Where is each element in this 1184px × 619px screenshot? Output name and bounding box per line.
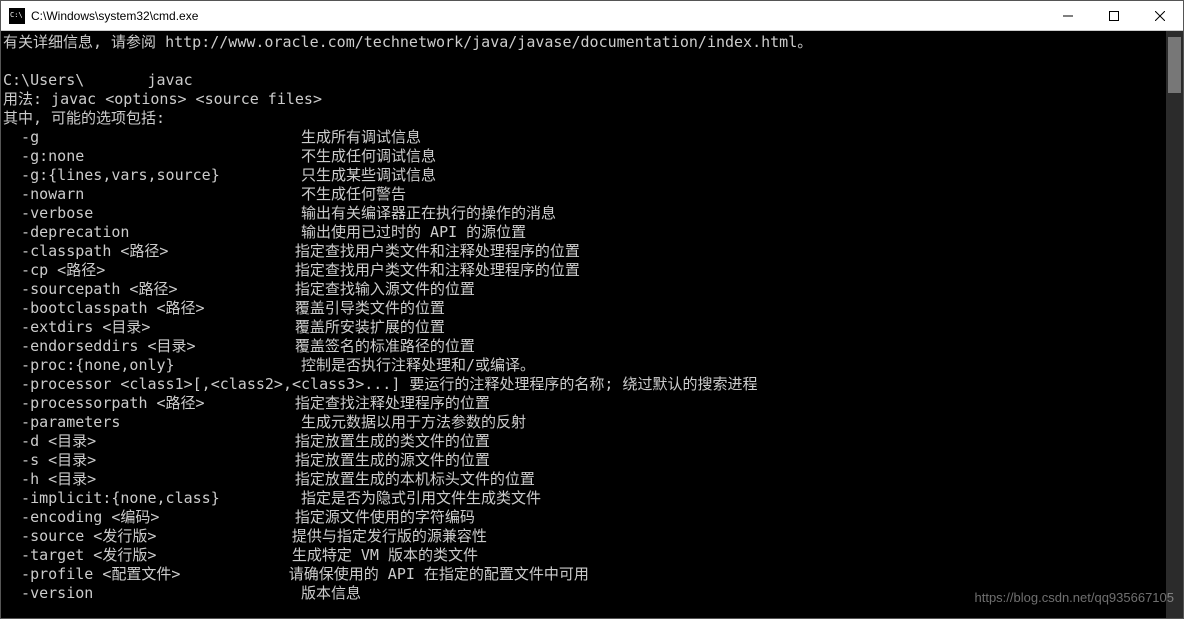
scrollbar[interactable] <box>1166 31 1183 618</box>
window-title: C:\Windows\system32\cmd.exe <box>31 9 1045 23</box>
close-button[interactable] <box>1137 1 1183 30</box>
cmd-icon <box>9 8 25 24</box>
maximize-button[interactable] <box>1091 1 1137 30</box>
terminal-output[interactable]: 有关详细信息, 请参阅 http://www.oracle.com/techne… <box>1 31 1166 618</box>
scroll-thumb[interactable] <box>1168 37 1181 93</box>
window-buttons <box>1045 1 1183 30</box>
terminal-area: 有关详细信息, 请参阅 http://www.oracle.com/techne… <box>1 31 1183 618</box>
titlebar[interactable]: C:\Windows\system32\cmd.exe <box>1 1 1183 31</box>
minimize-button[interactable] <box>1045 1 1091 30</box>
cmd-window: C:\Windows\system32\cmd.exe 有关详细信息, 请参阅 … <box>0 0 1184 619</box>
